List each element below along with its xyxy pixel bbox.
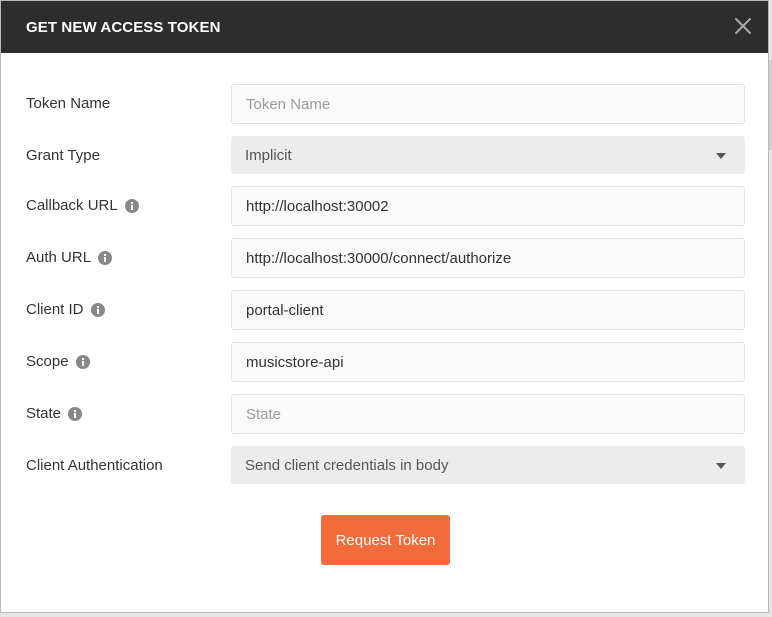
client-authentication-select[interactable]: Send client credentials in body: [231, 446, 745, 484]
token-name-label-text: Token Name: [26, 95, 111, 112]
client-id-label: Client ID: [26, 301, 105, 318]
grant-type-value: Implicit: [245, 147, 292, 164]
client-id-input[interactable]: [231, 290, 745, 330]
auth-url-label: Auth URL: [26, 249, 113, 266]
scope-label: Scope: [26, 353, 90, 370]
chevron-down-icon: [716, 462, 726, 470]
close-icon: [735, 18, 751, 34]
info-icon[interactable]: [98, 250, 113, 265]
info-icon[interactable]: [68, 406, 83, 421]
client-id-row: Client ID: [1, 290, 768, 330]
token-name-label: Token Name: [26, 95, 110, 112]
state-row: State: [1, 394, 768, 434]
client-authentication-label: Client Authentication: [26, 457, 163, 474]
info-icon[interactable]: [124, 198, 139, 213]
callback-url-label-text: Callback URL: [26, 197, 118, 214]
callback-url-row: Callback URL: [1, 186, 768, 226]
callback-url-label: Callback URL: [26, 197, 139, 214]
callback-url-input[interactable]: [231, 186, 745, 226]
client-authentication-label-text: Client Authentication: [26, 457, 163, 474]
close-button[interactable]: [732, 15, 754, 37]
auth-url-label-text: Auth URL: [26, 249, 92, 266]
client-id-label-text: Client ID: [26, 301, 84, 318]
client-authentication-value: Send client credentials in body: [245, 457, 449, 474]
grant-type-row: Grant Type Implicit: [1, 136, 768, 176]
token-name-input[interactable]: [231, 84, 745, 124]
auth-url-input[interactable]: [231, 238, 745, 278]
client-authentication-row: Client Authentication Send client creden…: [1, 446, 768, 486]
grant-type-label: Grant Type: [26, 147, 100, 164]
scope-input[interactable]: [231, 342, 745, 382]
get-access-token-dialog: GET NEW ACCESS TOKEN Token Name Grant Ty…: [0, 0, 769, 613]
grant-type-select[interactable]: Implicit: [231, 136, 745, 174]
state-label-text: State: [26, 405, 62, 422]
auth-url-row: Auth URL: [1, 238, 768, 278]
chevron-down-icon: [716, 152, 726, 160]
token-name-row: Token Name: [1, 84, 768, 124]
scope-row: Scope: [1, 342, 768, 382]
state-label: State: [26, 405, 83, 422]
dialog-title: GET NEW ACCESS TOKEN: [26, 19, 221, 36]
grant-type-label-text: Grant Type: [26, 147, 100, 164]
request-token-button[interactable]: Request Token: [321, 515, 450, 565]
info-icon[interactable]: [90, 302, 105, 317]
dialog-header: GET NEW ACCESS TOKEN: [1, 1, 768, 53]
scope-label-text: Scope: [26, 353, 69, 370]
info-icon[interactable]: [75, 354, 90, 369]
state-input[interactable]: [231, 394, 745, 434]
